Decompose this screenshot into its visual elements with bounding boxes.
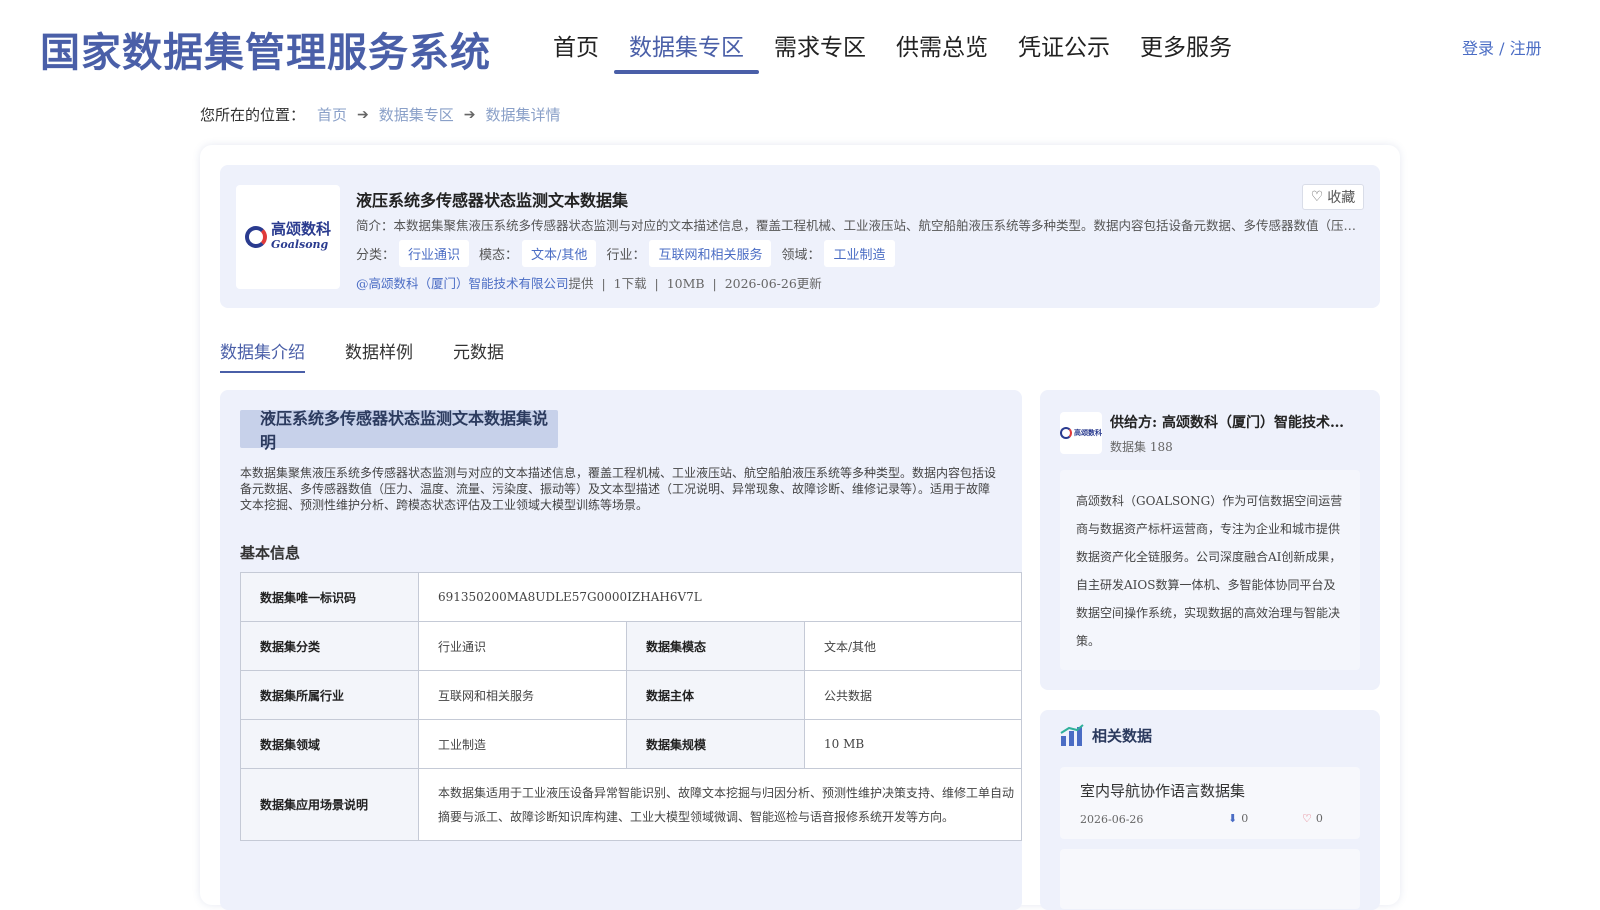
dataset-description: 本数据集聚焦液压系统多传感器状态监测与对应的文本描述信息，覆盖工程机械、工业液压… — [240, 466, 997, 512]
provider-info-row: @高颂数科（厦门）智能技术有限公司提供 | 1下载 | 10MB | 2026-… — [356, 276, 822, 291]
nav-supply-demand-overview[interactable]: 供需总览 — [881, 28, 1003, 72]
table-value: 工业制造 — [418, 719, 627, 769]
logo-subtext: Goalsong — [270, 238, 329, 251]
heart-icon: ♡ — [1310, 189, 1324, 205]
table-row: 数据集分类 行业通识 数据集模态 文本/其他 — [240, 621, 1022, 671]
supplier-dataset-count: 数据集 188 — [1110, 440, 1173, 454]
nav-credential-publicity[interactable]: 凭证公示 — [1003, 28, 1125, 72]
supplier-name[interactable]: 供给方: 高颂数科（厦门）智能技术有限公司 — [1110, 412, 1345, 432]
table-value: 691350200MA8UDLE57G0000IZHAH6V7L — [418, 572, 1022, 622]
table-value: 文本/其他 — [804, 621, 1022, 671]
favorite-label: 收藏 — [1327, 190, 1356, 206]
like-count: 0 — [1315, 812, 1323, 825]
basic-info-heading: 基本信息 — [240, 544, 301, 562]
dataset-title: 液压系统多传感器状态监测文本数据集 — [356, 191, 629, 210]
bar-chart-icon — [1060, 724, 1084, 746]
table-key: 数据集所属行业 — [240, 670, 419, 720]
table-key: 数据集规模 — [626, 719, 805, 769]
breadcrumb-dataset-zone[interactable]: 数据集专区 — [379, 104, 454, 125]
arrow-right-icon: ➔ — [463, 106, 476, 123]
meta-label-industry: 行业： — [606, 248, 646, 263]
dataset-size: 10MB — [666, 276, 705, 291]
dataset-header: 高颂数科 Goalsong 液压系统多传感器状态监测文本数据集 ♡ 收藏 简介：本… — [220, 165, 1380, 308]
table-key: 数据集领域 — [240, 719, 419, 769]
tag-domain[interactable]: 工业制造 — [824, 240, 895, 267]
related-data-title: 相关数据 — [1092, 726, 1153, 745]
nav-home[interactable]: 首页 — [538, 28, 614, 72]
supplier-card: 高颂数科 供给方: 高颂数科（厦门）智能技术有限公司 数据集 188 高颂数科（… — [1040, 390, 1380, 690]
arrow-right-icon: ➔ — [357, 106, 369, 123]
breadcrumb-prefix: 您所在的位置： — [200, 106, 306, 124]
dataset-intro-panel: 液压系统多传感器状态监测文本数据集说明 本数据集聚焦液压系统多传感器状态监测与对… — [220, 390, 1022, 910]
related-data-card: 相关数据 室内导航协作语言数据集 2026-06-26 ⬇ 0 ♡ 0 — [1040, 710, 1380, 910]
dataset-meta-tags: 分类： 行业通识 模态： 文本/其他 行业： 互联网和相关服务 领域： 工业制造 — [356, 240, 905, 267]
dataset-detail-card: 高颂数科 Goalsong 液压系统多传感器状态监测文本数据集 ♡ 收藏 简介：本… — [200, 145, 1400, 910]
heart-icon: ♡ — [1302, 812, 1312, 825]
download-count: 1下载 — [613, 276, 647, 291]
related-data-header: 相关数据 — [1060, 724, 1152, 746]
related-item-downloads: ⬇ 0 — [1228, 812, 1248, 825]
favorite-button[interactable]: ♡ 收藏 — [1302, 184, 1364, 210]
meta-label-domain: 领域： — [781, 248, 821, 263]
related-item-title[interactable]: 室内导航协作语言数据集 — [1080, 780, 1245, 801]
tag-industry[interactable]: 互联网和相关服务 — [649, 240, 772, 267]
tag-modality[interactable]: 文本/其他 — [522, 240, 597, 267]
breadcrumb-home[interactable]: 首页 — [317, 104, 347, 125]
tab-data-samples[interactable]: 数据样例 — [345, 338, 413, 373]
download-icon: ⬇ — [1228, 812, 1238, 825]
basic-info-table: 数据集唯一标识码 691350200MA8UDLE57G0000IZHAH6V7… — [240, 572, 1022, 841]
login-register-link[interactable]: 登录 / 注册 — [1462, 35, 1542, 59]
tag-category[interactable]: 行业通识 — [399, 240, 470, 267]
table-key: 数据集唯一标识码 — [240, 572, 419, 622]
table-key: 数据集分类 — [240, 621, 419, 671]
supplier-description: 高颂数科（GOALSONG）作为可信数据空间运营商与数据资产标杆运营商，专注为企… — [1060, 470, 1360, 670]
table-value: 本数据集适用于工业液压设备异常智能识别、故障文本挖掘与归因分析、预测性维护决策支… — [418, 768, 1022, 841]
table-value: 10 MB — [804, 719, 1022, 769]
supplier-logo[interactable]: 高颂数科 — [1060, 412, 1102, 454]
table-row: 数据集应用场景说明 本数据集适用于工业液压设备异常智能识别、故障文本挖掘与归因分… — [240, 768, 1022, 841]
supplier-logo-text: 高颂数科 — [1074, 428, 1102, 437]
main-nav: 首页 数据集专区 需求专区 供需总览 凭证公示 更多服务 — [538, 28, 1247, 74]
site-brand[interactable]: 国家数据集管理服务系统 — [40, 20, 491, 78]
logo-text: 高颂数科 — [270, 220, 331, 238]
meta-label-modality: 模态： — [479, 248, 519, 263]
table-key: 数据集模态 — [626, 621, 805, 671]
table-value: 互联网和相关服务 — [418, 670, 627, 720]
meta-label-category: 分类： — [356, 248, 396, 263]
table-row: 数据集所属行业 互联网和相关服务 数据主体 公共数据 — [240, 670, 1022, 720]
provider-logo: 高颂数科 Goalsong — [236, 185, 340, 289]
related-item-date: 2026-06-26 — [1080, 813, 1144, 826]
breadcrumb: 您所在的位置： 首页 ➔ 数据集专区 ➔ 数据集详情 — [200, 104, 561, 125]
top-navigation-bar: 国家数据集管理服务系统 首页 数据集专区 需求专区 供需总览 凭证公示 更多服务… — [0, 0, 1600, 88]
updated-date: 2026-06-26更新 — [724, 276, 822, 291]
table-row: 数据集唯一标识码 691350200MA8UDLE57G0000IZHAH6V7… — [240, 572, 1022, 622]
table-value: 行业通识 — [418, 621, 627, 671]
goalsong-logo-icon: 高颂数科 Goalsong — [244, 220, 331, 253]
tab-dataset-intro[interactable]: 数据集介绍 — [220, 338, 305, 373]
nav-dataset-zone[interactable]: 数据集专区 — [614, 28, 759, 74]
related-data-item[interactable] — [1060, 849, 1360, 909]
provider-link[interactable]: @高颂数科（厦门）智能技术有限公司 — [356, 276, 569, 291]
related-data-item[interactable]: 室内导航协作语言数据集 2026-06-26 ⬇ 0 ♡ 0 — [1060, 767, 1360, 839]
download-count: 0 — [1241, 812, 1249, 825]
nav-demand-zone[interactable]: 需求专区 — [759, 28, 881, 72]
nav-more-services[interactable]: 更多服务 — [1125, 28, 1247, 72]
tab-metadata[interactable]: 元数据 — [453, 338, 504, 373]
table-value: 公共数据 — [804, 670, 1022, 720]
section-title: 液压系统多传感器状态监测文本数据集说明 — [240, 409, 558, 452]
dataset-intro: 简介：本数据集聚焦液压系统多传感器状态监测与对应的文本描述信息，覆盖工程机械、工… — [356, 218, 1366, 233]
table-row: 数据集领域 工业制造 数据集规模 10 MB — [240, 719, 1022, 769]
detail-tabs: 数据集介绍 数据样例 元数据 — [220, 338, 504, 373]
table-key: 数据主体 — [626, 670, 805, 720]
related-item-likes: ♡ 0 — [1302, 812, 1323, 825]
breadcrumb-dataset-detail[interactable]: 数据集详情 — [486, 104, 561, 125]
provider-suffix: 提供 — [568, 276, 594, 291]
goalsong-logo-icon — [1060, 427, 1072, 439]
table-key: 数据集应用场景说明 — [240, 768, 419, 841]
